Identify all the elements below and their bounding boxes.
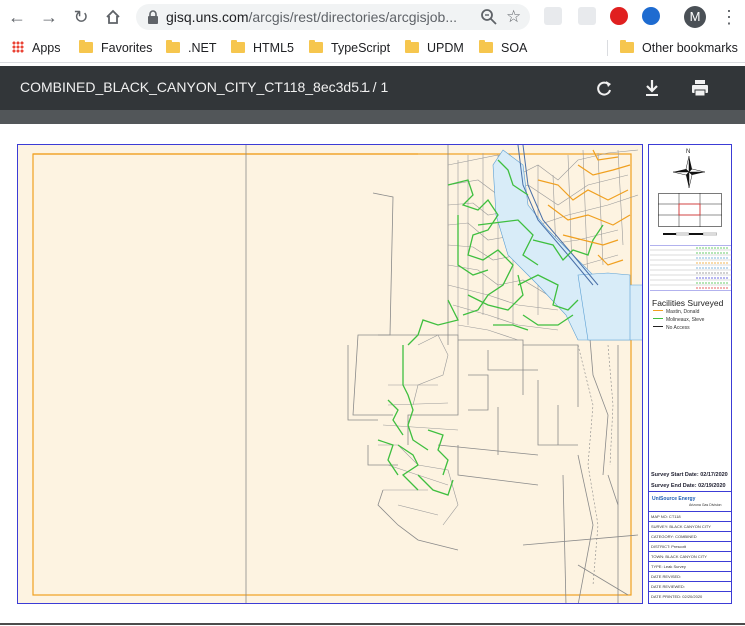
zoom-icon[interactable] [480, 8, 498, 26]
map-frame [17, 144, 643, 604]
surveyor-no-access: No Access [653, 325, 690, 331]
surveyor-mastin: Mastin, Donald [653, 309, 699, 315]
pdf-toolbar: COMBINED_BLACK_CANYON_CITY_CT118_8ec3d5.… [0, 66, 745, 110]
title-date-reviewed: DATE REVIEWED: [649, 581, 731, 591]
title-town: TOWN: BLACK CANYON CITY [649, 551, 731, 561]
bookmark-typescript[interactable]: TypeScript [309, 39, 390, 57]
bookmarks-divider [607, 40, 608, 56]
reload-icon[interactable]: ↻ [70, 6, 92, 28]
division-label: Arizona Gas Division [689, 503, 722, 507]
survey-start: Survey Start Date: 02/17/2020 [651, 472, 728, 478]
north-arrow-icon [673, 156, 705, 188]
scale-bar [663, 232, 717, 236]
bookmark-favorites[interactable]: Favorites [79, 39, 152, 57]
avatar[interactable]: M [684, 6, 706, 28]
apps-grid-icon [12, 41, 24, 53]
bookmark-other[interactable]: Other bookmarks [620, 39, 738, 57]
folder-icon [231, 40, 245, 53]
address-bar[interactable]: gisq.uns.com/arcgis/rest/directories/arc… [136, 4, 530, 30]
folder-icon [79, 40, 93, 53]
folder-icon [166, 40, 180, 53]
home-icon[interactable] [102, 6, 124, 28]
survey-end: Survey End Date: 02/19/2020 [651, 483, 726, 489]
back-arrow-icon[interactable]: ← [6, 6, 28, 28]
folder-icon [620, 40, 634, 53]
extension-globe-icon[interactable] [642, 7, 660, 25]
bookmark-star-icon[interactable]: ☆ [506, 7, 521, 27]
browser-toolbar: ← → ↻ gisq.uns.com/arcgis/rest/directori… [0, 0, 745, 34]
bookmark-updm[interactable]: UPDM [405, 39, 464, 57]
title-type: TYPE: Leak Survey [649, 561, 731, 571]
logo-block: UniSource Energy Arizona Gas Division [649, 491, 731, 512]
bookmark-dotnet[interactable]: .NET [166, 39, 216, 57]
green-line-swatch [653, 318, 663, 319]
bookmark-apps[interactable]: Apps [12, 39, 61, 57]
menu-kebab-icon[interactable]: ⋮ [720, 6, 738, 28]
rotate-icon[interactable] [593, 77, 615, 99]
page-bottom-edge [0, 623, 745, 625]
title-category: CATEGORY: COMBINED [649, 531, 731, 541]
north-label: N [686, 149, 691, 155]
folder-icon [309, 40, 323, 53]
title-date-revised: DATE REVISED: [649, 571, 731, 581]
title-survey: SURVEY: BLACK CANYON CITY [649, 521, 731, 531]
forward-arrow-icon[interactable]: → [38, 6, 60, 28]
bookmark-soa[interactable]: SOA [479, 39, 527, 57]
line-type-legend [650, 245, 732, 291]
extension-cloud-icon[interactable] [578, 7, 596, 25]
page-indicator: 1 / 1 [361, 79, 389, 95]
bookmarks-bar: Apps Favorites .NET HTML5 TypeScript UPD… [0, 34, 745, 63]
surveyor-molineaux: Molineaux, Steve [653, 317, 704, 323]
lock-icon [148, 10, 158, 24]
legend-frame: N Facilities Surveyed Mastin, Donald Mol… [648, 144, 732, 604]
index-map-grid [658, 193, 722, 227]
title-date-printed: DATE PRINTED: 02/20/2020 [649, 591, 731, 601]
url-text: gisq.uns.com/arcgis/rest/directories/arc… [166, 9, 458, 25]
black-line-swatch [653, 326, 663, 327]
print-icon[interactable] [689, 77, 711, 99]
pdf-toolbar-shadow [0, 110, 745, 124]
folder-icon [479, 40, 493, 53]
pdf-title: COMBINED_BLACK_CANYON_CITY_CT118_8ec3d5.… [20, 79, 371, 95]
title-district: DISTRICT: Prescott [649, 541, 731, 551]
map-svg [18, 145, 642, 603]
folder-icon [405, 40, 419, 53]
unisource-logo: UniSource Energy [652, 496, 696, 502]
title-map-no: MAP NO: CT118 [649, 511, 731, 521]
orange-line-swatch [653, 310, 663, 311]
download-icon[interactable] [641, 77, 663, 99]
facilities-surveyed-title: Facilities Surveyed [652, 298, 724, 308]
extension-calendar-icon[interactable] [544, 7, 562, 25]
bookmark-html5[interactable]: HTML5 [231, 39, 294, 57]
extension-stop-icon[interactable] [610, 7, 628, 25]
